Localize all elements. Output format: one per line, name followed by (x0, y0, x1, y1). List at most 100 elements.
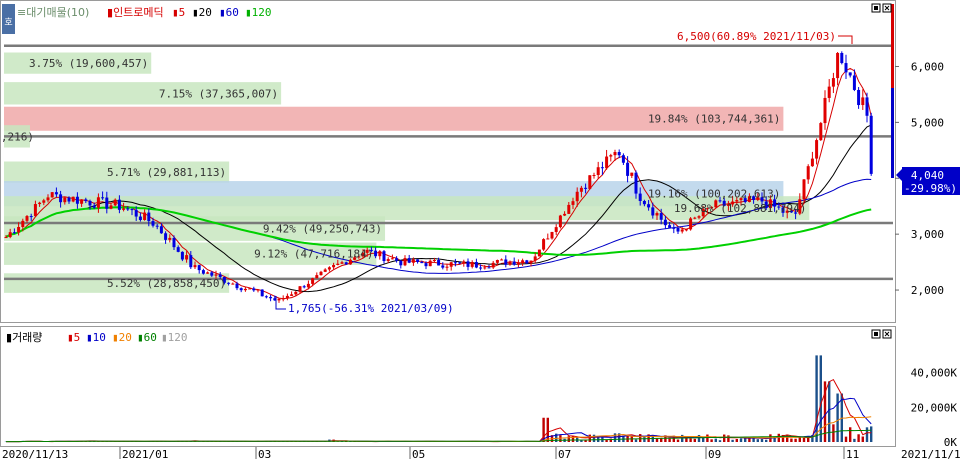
vol-legend-ma60: ▮60 (137, 331, 157, 344)
volume-bar (714, 438, 717, 442)
date-tick-label: 2021/01 (122, 448, 168, 461)
volume-legend: ▮거래량 ▮5 ▮10 ▮20 ▮60 ▮120 (6, 331, 188, 344)
candle-body (344, 262, 348, 265)
volume-profile-label: 19.84% (103,744,361) (648, 113, 780, 126)
candle-body (294, 291, 298, 295)
candle-body (810, 158, 814, 167)
candle-body (441, 265, 445, 268)
candle-body (432, 260, 436, 262)
candle-body (584, 187, 588, 189)
price-range-bar-up (891, 4, 894, 88)
candle-body (252, 288, 256, 291)
candle-body (168, 237, 172, 240)
candle-body (537, 249, 541, 257)
candle-body (470, 262, 474, 267)
volume-bar (857, 434, 860, 442)
candle-body (592, 175, 596, 177)
price-tick-label: 6,000 (911, 60, 944, 73)
volume-bar (588, 434, 591, 442)
candle-body (827, 86, 831, 98)
volume-profile-label: 9.42% (49,250,743) (263, 223, 382, 236)
candle-body (512, 261, 516, 265)
candle-body (243, 288, 247, 291)
candle-body (554, 227, 558, 232)
stock-chart: 3.75% (19,600,457) 7.15% (37,365,007) 19.8… (0, 0, 960, 461)
candle-body (38, 202, 42, 205)
candle-body (302, 286, 306, 288)
price-tick-label: 5,000 (911, 116, 944, 129)
candle-body (844, 63, 848, 73)
candle-body (420, 261, 424, 264)
candle-body (101, 197, 105, 199)
candle-body (193, 265, 197, 268)
date-tick-label: 05 (412, 448, 425, 461)
volume-bar (756, 439, 759, 442)
candle-body (210, 272, 214, 276)
volume-profile-label: 5.71% (29,881,113) (107, 166, 226, 179)
legend-ma20: ▮20 (192, 6, 212, 19)
candle-body (109, 205, 113, 209)
date-tick-label: 11 (846, 448, 859, 461)
volume-bar (546, 417, 549, 442)
candle-body (378, 251, 382, 257)
volume-panel (0, 326, 896, 447)
volume-bar (718, 440, 722, 442)
candle-body (96, 197, 100, 208)
volume-bar (853, 438, 856, 442)
candle-body (684, 229, 688, 231)
volume-bar (760, 438, 764, 442)
volume-profile-legend: ≡대기매물(10) (17, 6, 89, 19)
candle-body (676, 227, 680, 232)
vol-legend-ma20: ▮20 (112, 331, 132, 344)
candle-body (75, 196, 79, 204)
candle-body (445, 266, 449, 268)
candle-body (260, 289, 264, 297)
candle-body (504, 259, 508, 265)
volume-bar (643, 437, 646, 442)
high-annotation: 6,500(60.89% 2021/11/03) (677, 30, 853, 44)
candle-body (12, 232, 16, 234)
candle-body (180, 251, 184, 260)
volume-title: ▮거래량 (6, 331, 42, 344)
candle-body (4, 237, 8, 239)
candle-body (382, 251, 386, 262)
candle-body (235, 283, 239, 289)
candle-body (122, 208, 126, 210)
volume-bar (676, 439, 680, 442)
candle-body (638, 193, 642, 201)
candle-body (214, 274, 218, 276)
candle-body (46, 197, 50, 201)
candle-body (474, 262, 478, 268)
candle-body (201, 270, 205, 274)
date-axis: 2020/11/13 2021/01 03 05 07 09 11 2021/11/17 (2, 447, 960, 461)
candle-body (865, 97, 869, 116)
candle-body (558, 215, 562, 228)
candle-body (88, 200, 92, 206)
candle-body (491, 262, 495, 268)
candle-body (500, 259, 504, 261)
volume-bar (765, 439, 768, 442)
candle-body (172, 237, 176, 248)
candle-body (42, 200, 46, 203)
volume-profile-label: 5.52% (28,858,450) (107, 277, 226, 290)
candle-body (374, 250, 378, 257)
candle-body (50, 192, 54, 198)
volume-tick-label: 40,000K (911, 367, 958, 380)
candle-body (298, 286, 302, 292)
candle-body (659, 213, 663, 220)
candle-body (84, 199, 88, 201)
candle-body (117, 199, 121, 210)
candle-body (630, 172, 634, 176)
candle-body (285, 295, 289, 299)
volume-bar (844, 436, 848, 442)
volume-bar (639, 434, 642, 442)
volume-profile-label: 19.68% (102,881,794) (674, 202, 806, 215)
volume-profile-label: 0.66% (3,425,216) (0, 130, 34, 143)
candle-body (323, 269, 327, 272)
candle-body (428, 260, 432, 267)
candle-body (159, 226, 163, 234)
candle-body (546, 238, 550, 240)
candle-body (479, 267, 483, 269)
candle-body (462, 261, 466, 263)
candle-body (613, 152, 617, 156)
